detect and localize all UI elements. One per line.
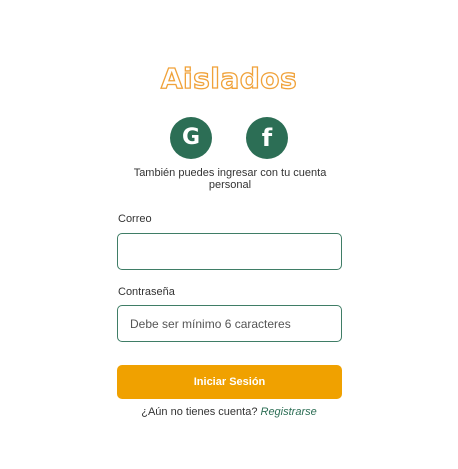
social-login-row: G f — [0, 117, 458, 159]
password-label: Contraseña — [118, 286, 175, 298]
google-login-button[interactable]: G — [170, 117, 212, 159]
password-field[interactable] — [117, 305, 342, 342]
app-logo: Aislados — [160, 61, 298, 95]
register-prompt: ¿Aún no tienes cuenta? — [141, 406, 261, 418]
email-label: Correo — [118, 213, 152, 225]
login-page: Aislados G f También puedes ingresar con… — [0, 0, 458, 469]
facebook-login-button[interactable]: f — [246, 117, 288, 159]
register-link[interactable]: Registrarse — [261, 406, 317, 418]
social-login-hint: También puedes ingresar con tu cuenta pe… — [133, 167, 327, 191]
login-button[interactable]: Iniciar Sesión — [117, 365, 342, 399]
google-icon: G — [181, 125, 201, 150]
facebook-icon: f — [261, 124, 273, 152]
register-row: ¿Aún no tienes cuenta? Registrarse — [0, 406, 458, 418]
email-field[interactable] — [117, 233, 342, 270]
